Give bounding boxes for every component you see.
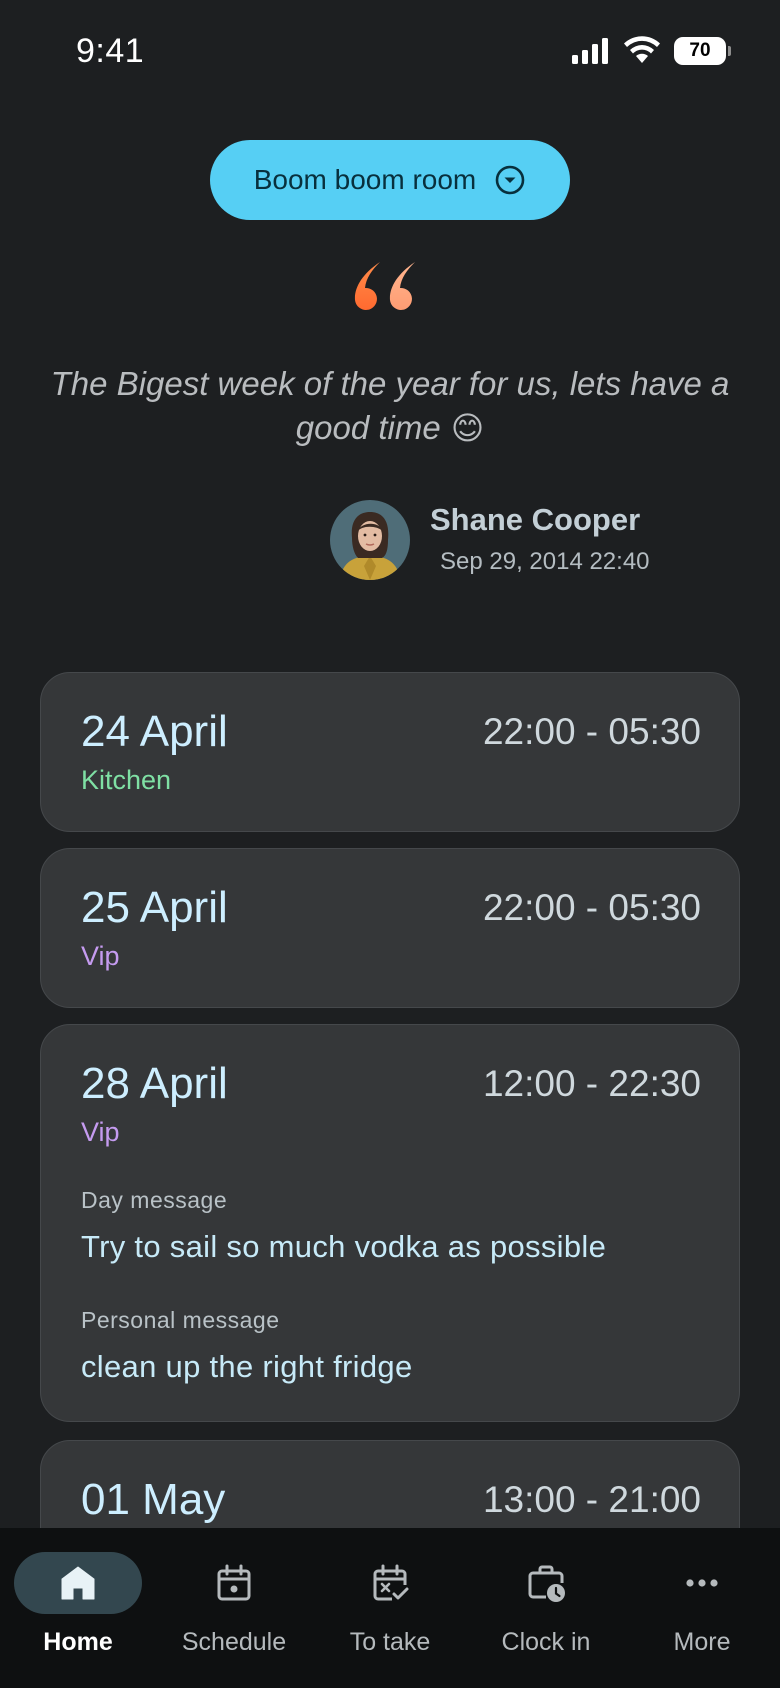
- shift-card[interactable]: 25 April 22:00 - 05:30 Vip: [40, 848, 740, 1008]
- battery-level: 70: [689, 40, 711, 61]
- shift-date: 01 May: [81, 1475, 226, 1524]
- shift-area: Kitchen: [81, 765, 172, 795]
- shift-time: 12:00 - 22:30: [482, 1063, 701, 1104]
- shift-card[interactable]: 24 April 22:00 - 05:30 Kitchen: [40, 672, 740, 832]
- smile-emoji: 😊: [450, 409, 485, 447]
- avatar: [330, 500, 410, 580]
- calendar-icon: [217, 1564, 251, 1601]
- bottom-navigation: Home Schedule To take Clock in More: [0, 1528, 780, 1688]
- day-message-label: Day message: [81, 1187, 228, 1213]
- shift-area: Vip: [81, 941, 120, 971]
- quote-date: Sep 29, 2014 22:40: [440, 548, 650, 575]
- nav-label-to-take: To take: [349, 1628, 431, 1656]
- calendar-check-icon: [373, 1564, 409, 1601]
- cellular-signal-icon: [572, 38, 608, 64]
- status-bar: 9:41 70: [0, 0, 780, 100]
- home-icon: [61, 1566, 95, 1600]
- home-screen: 9:41 70 Boom boom room The Bigest week o…: [0, 0, 780, 1688]
- nav-label-schedule: Schedule: [181, 1628, 287, 1656]
- more-dots-icon: [686, 1579, 718, 1587]
- nav-item-more[interactable]: More: [632, 1552, 772, 1672]
- day-message-text: Try to sail so much vodka as possible: [81, 1229, 607, 1264]
- personal-message-label: Personal message: [81, 1307, 280, 1333]
- room-selector-label: Boom boom room: [253, 164, 477, 195]
- briefcase-clock-icon: [528, 1565, 565, 1602]
- shift-time: 22:00 - 05:30: [482, 711, 701, 752]
- chevron-down-circle-icon: [495, 165, 525, 195]
- quote-text-block: The Bigest week of the year for us, lets…: [50, 362, 730, 450]
- nav-label-clock-in: Clock in: [501, 1628, 591, 1656]
- battery-icon: 70: [674, 37, 731, 65]
- quote-author: Shane Cooper Sep 29, 2014 22:40: [330, 500, 690, 582]
- nav-label-home: Home: [43, 1628, 113, 1656]
- shift-date: 24 April: [81, 707, 228, 756]
- nav-label-more: More: [673, 1628, 731, 1656]
- status-time: 9:41: [76, 32, 145, 70]
- nav-item-schedule[interactable]: Schedule: [164, 1552, 304, 1672]
- shift-date: 25 April: [81, 883, 228, 932]
- shift-time: 22:00 - 05:30: [482, 887, 701, 928]
- shift-area: Vip: [81, 1117, 120, 1147]
- quote-text: The Bigest week of the year for us, lets…: [50, 365, 730, 446]
- quote-mark-icon: [354, 262, 415, 310]
- nav-item-to-take[interactable]: To take: [320, 1552, 460, 1672]
- room-selector-button[interactable]: Boom boom room: [210, 140, 570, 220]
- nav-item-home[interactable]: Home: [8, 1552, 148, 1672]
- author-name: Shane Cooper: [430, 502, 641, 537]
- nav-item-clock-in[interactable]: Clock in: [476, 1552, 616, 1672]
- wifi-icon: [624, 36, 660, 63]
- shift-card[interactable]: 28 April 12:00 - 22:30 Vip Day message T…: [40, 1024, 740, 1422]
- personal-message-text: clean up the right fridge: [81, 1349, 413, 1384]
- shift-date: 28 April: [81, 1059, 228, 1108]
- shift-time: 13:00 - 21:00: [482, 1479, 701, 1520]
